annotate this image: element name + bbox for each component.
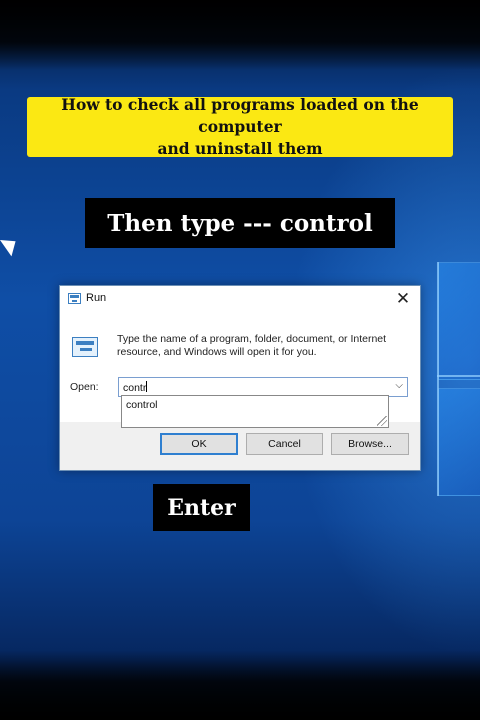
windows-logo-light [437,375,480,377]
ok-button[interactable]: OK [160,433,238,455]
open-input[interactable]: contr ⌵ [118,377,408,397]
browse-button[interactable]: Browse... [331,433,409,455]
mouse-pointer-icon [0,233,22,257]
caption-then-type: Then type --- control [85,198,395,248]
open-label: Open: [70,381,99,393]
chevron-down-icon[interactable]: ⌵ [395,380,403,391]
run-app-icon [68,293,81,304]
banner-line-2: and uninstall them [157,139,323,158]
run-program-icon [72,337,98,357]
open-input-value: contr [123,382,147,394]
run-dialog: Run ✕ Type the name of a program, folder… [59,285,421,471]
text-caret [146,381,148,392]
cancel-button[interactable]: Cancel [246,433,323,455]
run-dialog-titlebar[interactable]: Run ✕ [60,286,420,314]
run-dialog-description: Type the name of a program, folder, docu… [117,333,387,358]
resize-grip-icon[interactable] [377,416,387,426]
close-icon[interactable]: ✕ [392,288,414,310]
video-bottom-bar [0,650,480,720]
title-banner: How to check all programs loaded on the … [27,95,453,158]
run-dialog-title: Run [86,292,107,304]
autocomplete-item[interactable]: control [126,399,388,411]
windows-logo-pane-bottom [438,388,480,496]
windows-logo-light [437,262,439,496]
caption-enter: Enter [153,484,250,531]
windows-logo-pane-top [438,262,480,380]
video-top-bar [0,0,480,70]
banner-line-1: How to check all programs loaded on the … [61,95,419,136]
desktop-background: How to check all programs loaded on the … [0,0,480,720]
autocomplete-dropdown: control [121,395,389,428]
